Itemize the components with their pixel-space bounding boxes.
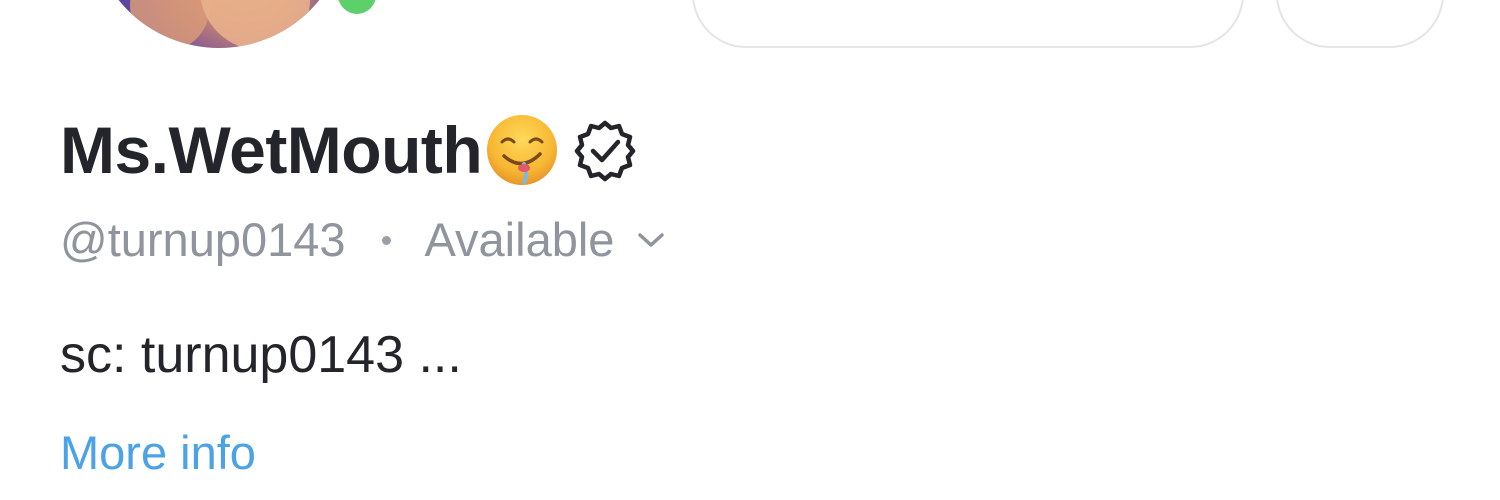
- username-handle: @turnup0143: [60, 213, 346, 266]
- chevron-down-icon: [636, 229, 666, 251]
- status-selector[interactable]: Available: [425, 212, 667, 268]
- verified-badge-icon: [572, 117, 638, 183]
- handle-row: @turnup0143 Available: [60, 212, 666, 268]
- avatar-image-detail: [130, 0, 210, 48]
- bio-text: sc: turnup0143 ...: [60, 326, 462, 384]
- display-name: Ms.WetMouth: [60, 113, 483, 187]
- name-row: Ms.WetMouth: [60, 112, 638, 188]
- separator-dot: [381, 235, 391, 245]
- avatar-image-detail: [200, 0, 310, 48]
- more-info-link[interactable]: More info: [60, 425, 256, 481]
- status-label: Available: [424, 213, 615, 266]
- profile-more-button[interactable]: [1276, 0, 1444, 48]
- drooling-face-icon: [484, 112, 560, 188]
- profile-header: Ms.WetMouth @turnup0143 Available sc: tu…: [0, 0, 1500, 500]
- avatar[interactable]: [90, 0, 348, 48]
- profile-action-button[interactable]: [692, 0, 1244, 48]
- online-status-indicator: [332, 0, 382, 22]
